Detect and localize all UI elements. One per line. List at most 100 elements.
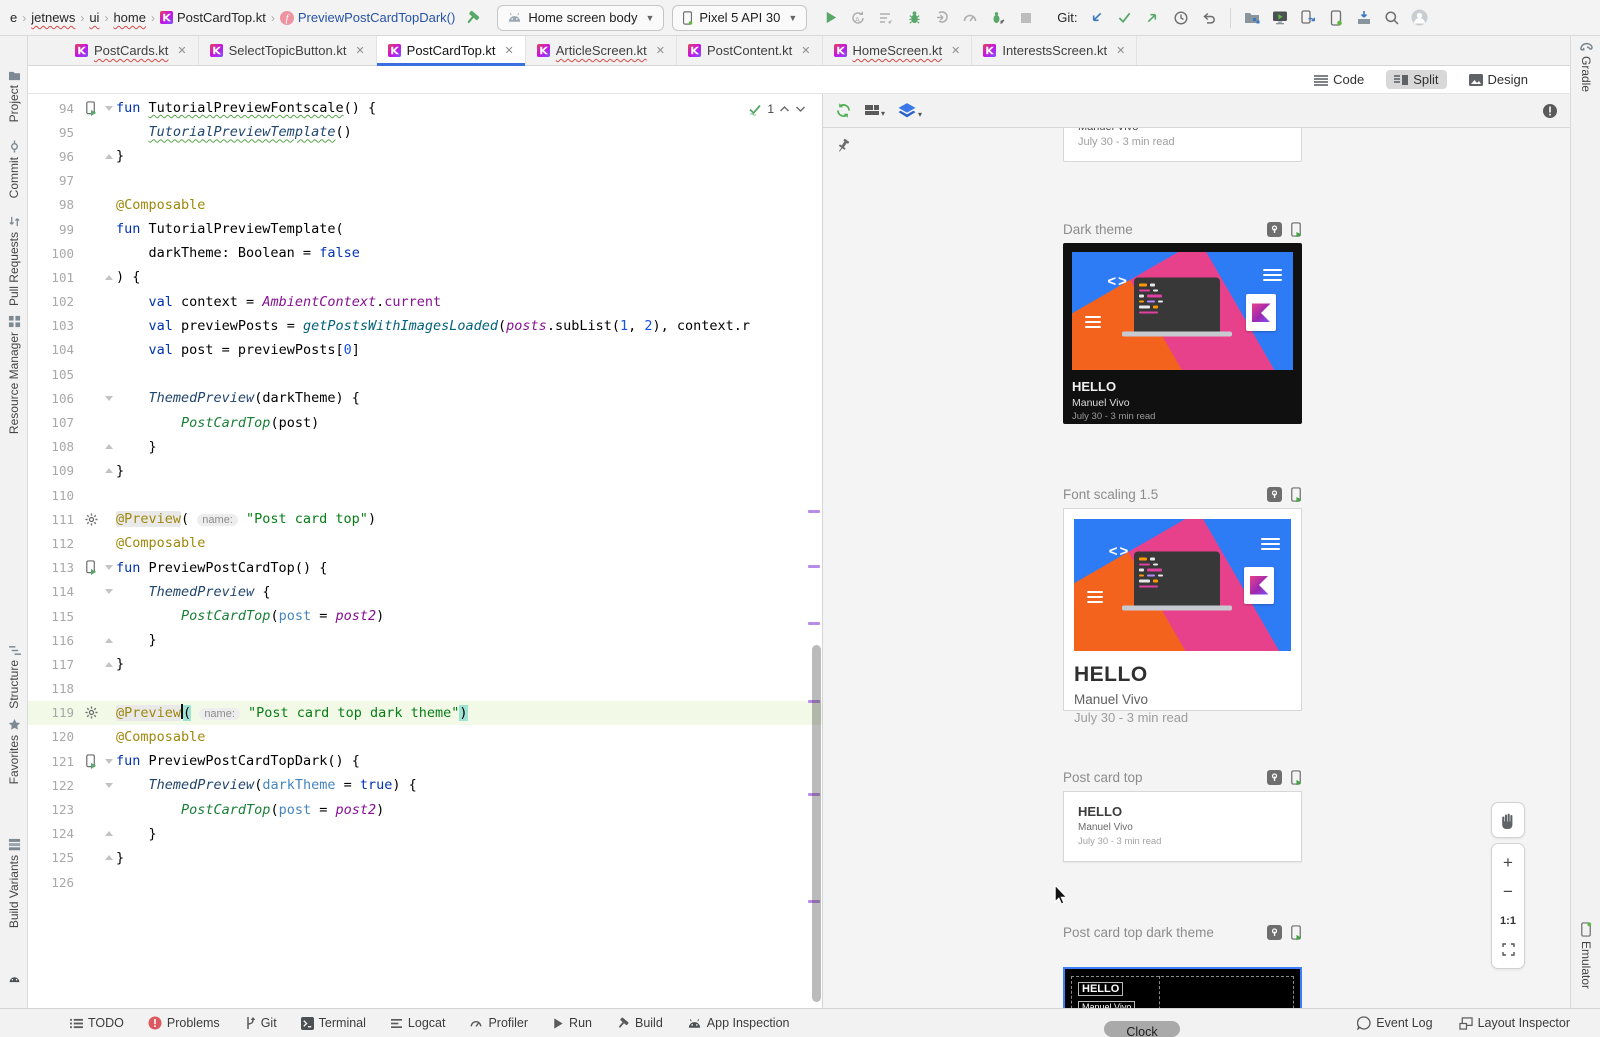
mode-split[interactable]: Split [1386, 70, 1446, 89]
status-terminal[interactable]: Terminal [301, 1016, 366, 1030]
tab-PostCards.kt[interactable]: PostCards.kt✕ [64, 36, 199, 65]
tool-window-emulator[interactable]: Emulator [1571, 922, 1600, 989]
close-tab-icon[interactable]: ✕ [505, 44, 514, 57]
run-preview-icon[interactable] [1290, 222, 1302, 237]
profile-bug-icon[interactable] [989, 9, 1007, 27]
apply-code-changes-icon[interactable] [877, 9, 895, 27]
tool-window-gradle[interactable]: Gradle [1571, 40, 1600, 92]
close-tab-icon[interactable]: ✕ [1116, 44, 1125, 57]
breadcrumb-item[interactable]: fPreviewPostCardTopDark() [280, 10, 456, 25]
profiler-icon[interactable] [961, 9, 979, 27]
close-tab-icon[interactable]: ✕ [355, 44, 364, 57]
gear-icon[interactable] [80, 706, 102, 719]
issues-icon[interactable] [1542, 103, 1558, 119]
tool-window-build-variants[interactable]: Build Variants [0, 838, 28, 928]
tool-window-project[interactable]: Project [0, 70, 28, 122]
layers-icon[interactable]: ▾ [897, 102, 922, 119]
device-manager-icon[interactable] [1327, 9, 1345, 27]
interactive-preview-icon[interactable] [1267, 222, 1282, 237]
mode-code[interactable]: Code [1306, 70, 1372, 89]
chevron-up-icon[interactable] [779, 105, 790, 113]
tool-window-commit[interactable]: Commit [0, 140, 28, 198]
close-tab-icon[interactable]: ✕ [656, 44, 665, 57]
tool-window-structure[interactable]: Structure [0, 645, 28, 709]
status-profiler[interactable]: Profiler [469, 1016, 528, 1030]
status-todo[interactable]: TODO [70, 1016, 124, 1030]
run-preview-icon[interactable] [1290, 770, 1302, 785]
pan-tool-button[interactable] [1491, 802, 1525, 838]
close-tab-icon[interactable]: ✕ [951, 44, 960, 57]
fold-marker[interactable] [102, 855, 116, 860]
status-run[interactable]: Run [552, 1016, 592, 1030]
zoom-out-button[interactable]: − [1492, 877, 1524, 906]
interactive-preview-icon[interactable] [1267, 770, 1282, 785]
zoom-in-button[interactable]: + [1492, 848, 1524, 877]
status-layout-inspector[interactable]: Layout Inspector [1459, 1016, 1570, 1030]
run-preview-icon[interactable] [1290, 487, 1302, 502]
tab-HomeScreen.kt[interactable]: HomeScreen.kt✕ [823, 36, 973, 65]
status-logcat[interactable]: Logcat [390, 1016, 446, 1030]
build-refresh-icon[interactable] [835, 102, 852, 119]
status-build[interactable]: Build [616, 1016, 663, 1030]
tool-window-favorites[interactable]: Favorites [0, 718, 28, 784]
breadcrumb-item[interactable]: jetnews [31, 10, 75, 25]
interactive-preview-icon[interactable] [1267, 925, 1282, 940]
tab-ArticleScreen.kt[interactable]: ArticleScreen.kt✕ [526, 36, 677, 65]
status-app-inspection[interactable]: App Inspection [687, 1016, 790, 1030]
run-gutter-icon[interactable] [80, 560, 102, 575]
avd-manager-icon[interactable] [1271, 9, 1289, 27]
git-push-icon[interactable] [1144, 9, 1162, 27]
fold-marker[interactable] [102, 589, 116, 594]
debug-icon[interactable] [905, 9, 923, 27]
status-event-log[interactable]: Event Log [1357, 1016, 1432, 1030]
build-hammer-icon[interactable] [463, 9, 481, 27]
interactive-preview-icon[interactable] [1267, 487, 1282, 502]
close-tab-icon[interactable]: ✕ [177, 44, 186, 57]
run-preview-icon[interactable] [1290, 925, 1302, 940]
tool-window-resource-manager[interactable]: Resource Manager [0, 315, 28, 434]
zoom-actual-button[interactable]: 1:1 [1492, 906, 1524, 935]
tab-InterestsScreen.kt[interactable]: InterestsScreen.kt✕ [972, 36, 1137, 65]
view-options-icon[interactable]: ▾ [864, 103, 885, 118]
device-sync-icon[interactable] [1299, 9, 1317, 27]
editor-scrollbar[interactable] [812, 645, 821, 1002]
gear-icon[interactable] [80, 513, 102, 526]
run-gutter-icon[interactable] [80, 101, 102, 116]
run-configuration-select[interactable]: Home screen body ▼ [497, 5, 664, 31]
status-git[interactable]: Git [244, 1016, 277, 1030]
fold-marker[interactable] [102, 396, 116, 401]
history-icon[interactable] [1172, 9, 1190, 27]
rollback-icon[interactable] [1200, 9, 1218, 27]
tab-PostContent.kt[interactable]: PostContent.kt✕ [677, 36, 823, 65]
mode-design[interactable]: Design [1461, 70, 1536, 89]
fold-marker[interactable] [102, 154, 116, 159]
avatar-icon[interactable] [1411, 9, 1429, 27]
fold-marker[interactable] [102, 638, 116, 643]
run-icon[interactable] [821, 9, 839, 27]
breadcrumb-item[interactable]: PostCardTop.kt [160, 10, 266, 25]
chevron-down-icon[interactable] [795, 105, 806, 113]
tool-window-pull-requests[interactable]: Pull Requests [0, 215, 28, 306]
apply-changes-icon[interactable]: A [849, 9, 867, 27]
fold-marker[interactable] [102, 831, 116, 836]
fold-marker[interactable] [102, 468, 116, 473]
fold-marker[interactable] [102, 444, 116, 449]
git-update-icon[interactable] [1088, 9, 1106, 27]
breadcrumb-item[interactable]: home [113, 10, 146, 25]
sdk-manager-icon[interactable] [1355, 9, 1373, 27]
breadcrumb[interactable]: e›jetnews›ui›home›PostCardTop.kt›fPrevie… [10, 10, 455, 25]
search-icon[interactable] [1383, 9, 1401, 27]
project-structure-icon[interactable] [1243, 9, 1261, 27]
git-commit-icon[interactable] [1116, 9, 1134, 27]
zoom-fit-button[interactable] [1492, 935, 1524, 964]
fold-marker[interactable] [102, 662, 116, 667]
code-editor[interactable]: 94fun TutorialPreviewFontscale() {95 Tut… [28, 94, 822, 1008]
fold-marker[interactable] [102, 759, 116, 764]
fold-marker[interactable] [102, 783, 116, 788]
close-tab-icon[interactable]: ✕ [801, 44, 810, 57]
attach-debugger-icon[interactable] [933, 9, 951, 27]
stop-icon[interactable] [1017, 9, 1035, 27]
run-gutter-icon[interactable] [80, 754, 102, 769]
fold-marker[interactable] [102, 565, 116, 570]
status-problems[interactable]: Problems [148, 1016, 220, 1030]
